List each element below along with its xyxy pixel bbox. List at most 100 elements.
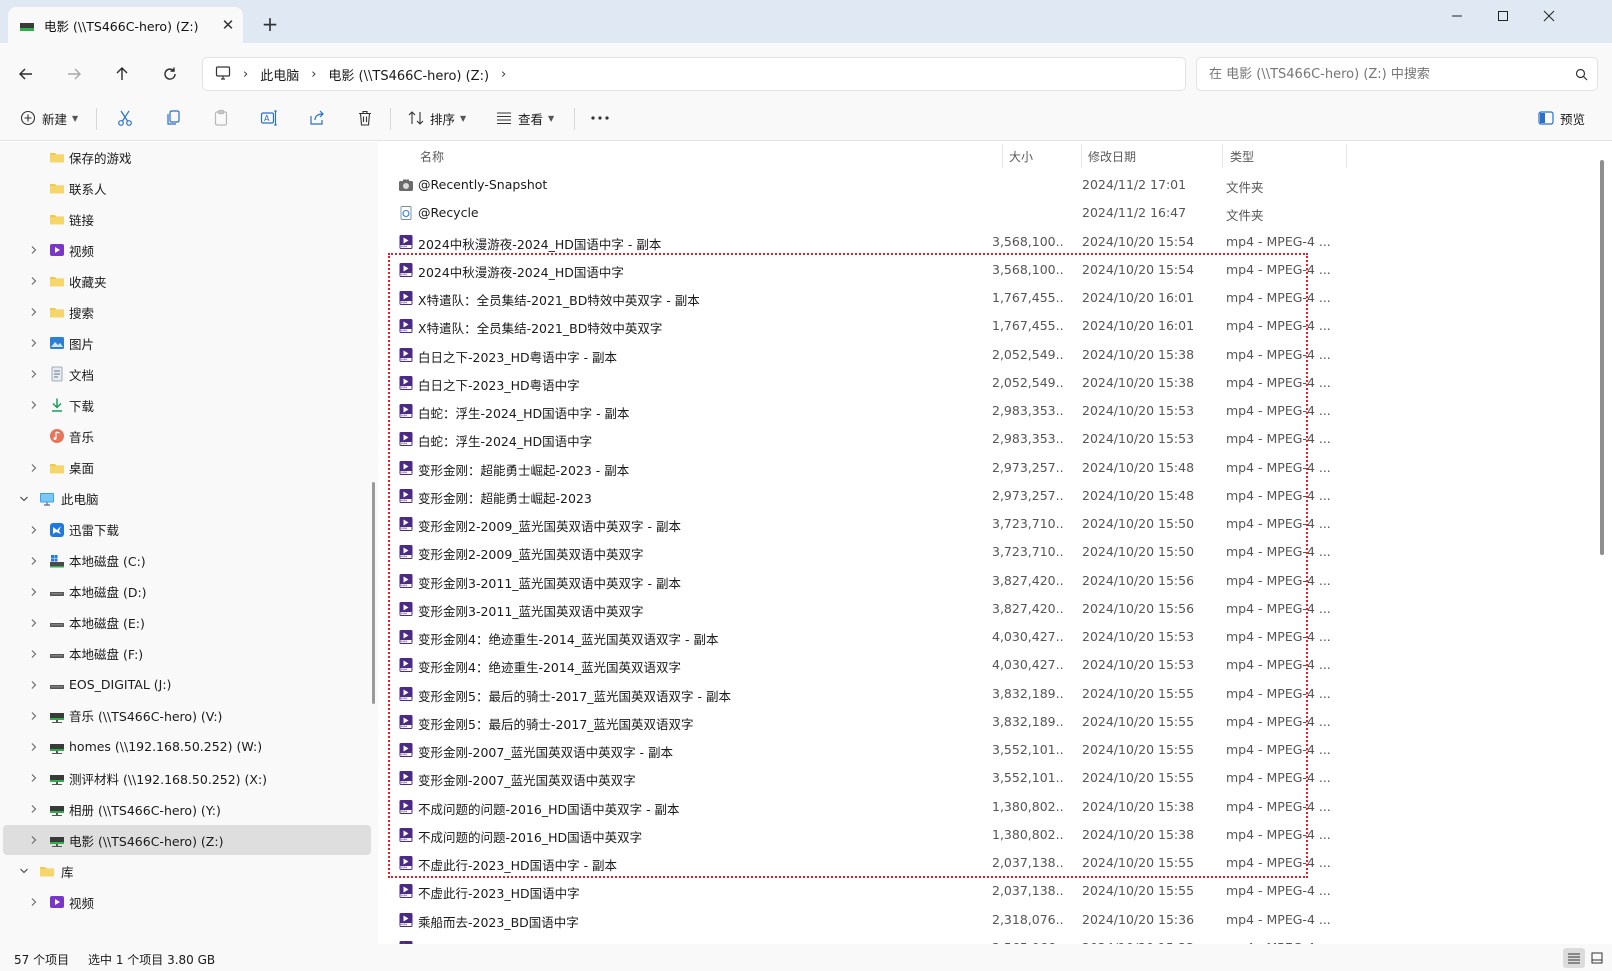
sidebar-item[interactable]: 本地磁盘 (E:) bbox=[3, 608, 371, 638]
column-divider[interactable] bbox=[1002, 144, 1003, 168]
file-row[interactable]: MP4 白日之下-2023_HD粤语中字 2,052,549... 2024/10/2… bbox=[388, 369, 1331, 397]
column-divider[interactable] bbox=[1222, 144, 1223, 168]
file-list-scrollbar[interactable] bbox=[1600, 160, 1604, 555]
file-row[interactable]: MP4 白蛇：浮生-2024_HD国语中字 2,983,353... 2024/10/… bbox=[388, 425, 1331, 453]
column-header-date[interactable]: 修改日期 bbox=[1088, 148, 1136, 165]
column-header-size[interactable]: 大小 bbox=[1009, 148, 1033, 165]
address-bar[interactable]: › 此电脑 › 电影 (\\TS466C-hero) (Z:) › bbox=[202, 57, 1186, 91]
breadcrumb-this-pc[interactable]: 此电脑 bbox=[260, 65, 299, 84]
file-row[interactable]: MP4 变形金刚2-2009_蓝光国英双语中英双字 3,723,710... 2024… bbox=[388, 538, 1331, 566]
sidebar-item[interactable]: 保存的游戏 bbox=[3, 142, 371, 172]
sidebar-item[interactable]: 视频 bbox=[3, 887, 371, 917]
search-input[interactable] bbox=[1209, 66, 1565, 82]
chevron-right-icon[interactable] bbox=[27, 243, 41, 257]
sidebar-item[interactable]: 联系人 bbox=[3, 173, 371, 203]
chevron-right-icon[interactable] bbox=[27, 274, 41, 288]
sidebar-item[interactable]: 音乐 bbox=[3, 421, 371, 451]
sidebar-item[interactable]: 视频 bbox=[3, 235, 371, 265]
minimize-button[interactable] bbox=[1434, 0, 1480, 32]
sidebar-item[interactable]: 文档 bbox=[3, 359, 371, 389]
file-row[interactable]: MP4 X特遣队：全员集结-2021_BD特效中英双字 - 副本 1,767,455… bbox=[388, 284, 1331, 312]
file-row[interactable]: MP4 白日之下-2023_HD粤语中字 - 副本 2,052,549... 2024… bbox=[388, 341, 1331, 369]
chevron-right-icon[interactable]: › bbox=[243, 67, 248, 82]
chevron-right-icon[interactable] bbox=[27, 398, 41, 412]
file-row[interactable]: MP4 变形金刚2-2009_蓝光国英双语中英双字 - 副本 3,723,710..… bbox=[388, 510, 1331, 538]
file-row[interactable]: MP4 变形金刚：超能勇士崛起-2023 2,973,257... 2024/10/2… bbox=[388, 482, 1331, 510]
chevron-right-icon[interactable] bbox=[27, 771, 41, 785]
chevron-right-icon[interactable] bbox=[27, 554, 41, 568]
sidebar-item[interactable]: 本地磁盘 (D:) bbox=[3, 577, 371, 607]
file-row[interactable]: MP4 白蛇：浮生-2024_HD国语中字 - 副本 2,983,353... 202… bbox=[388, 397, 1331, 425]
cut-button[interactable] bbox=[116, 102, 134, 134]
sidebar-item[interactable]: 搜索 bbox=[3, 297, 371, 327]
file-row[interactable]: MP4 变形金刚3-2011_蓝光国英双语中英双字 - 副本 3,827,420..… bbox=[388, 567, 1331, 595]
sidebar-item[interactable]: 相册 (\\TS466C-hero) (Y:) bbox=[3, 794, 371, 824]
file-row[interactable]: MP4 变形金刚4：绝迹重生-2014_蓝光国英双语双字 - 副本 4,030,42… bbox=[388, 623, 1331, 651]
sidebar-item[interactable]: 测评材料 (\\192.168.50.252) (X:) bbox=[3, 763, 371, 793]
file-row[interactable]: MP4 变形金刚4：绝迹重生-2014_蓝光国英双语双字 4,030,427... 2… bbox=[388, 651, 1331, 679]
share-button[interactable] bbox=[308, 102, 326, 134]
breadcrumb-current-drive[interactable]: 电影 (\\TS466C-hero) (Z:) bbox=[328, 65, 489, 84]
chevron-right-icon[interactable] bbox=[27, 461, 41, 475]
view-button[interactable]: 查看 ▼ bbox=[496, 102, 554, 134]
sidebar-item[interactable]: 本地磁盘 (F:) bbox=[3, 639, 371, 669]
more-options-button[interactable] bbox=[590, 102, 610, 134]
search-box[interactable] bbox=[1196, 57, 1598, 91]
active-tab[interactable]: 电影 (\\TS466C-hero) (Z:) ✕ bbox=[8, 7, 243, 43]
chevron-right-icon[interactable]: › bbox=[501, 67, 506, 82]
chevron-right-icon[interactable] bbox=[27, 305, 41, 319]
chevron-right-icon[interactable] bbox=[27, 336, 41, 350]
file-row[interactable]: MP4 不虚此行-2023_HD国语中字 - 副本 2,037,138... 2024… bbox=[388, 849, 1331, 877]
sidebar-item[interactable]: 收藏夹 bbox=[3, 266, 371, 296]
details-view-button[interactable] bbox=[1563, 948, 1585, 968]
column-divider[interactable] bbox=[1346, 144, 1347, 168]
sidebar-item[interactable]: 链接 bbox=[3, 204, 371, 234]
column-header-type[interactable]: 类型 bbox=[1230, 148, 1254, 165]
chevron-right-icon[interactable] bbox=[27, 740, 41, 754]
file-row[interactable]: MP4 乘船而去-2023_BD国语中字 2,318,076... 2024/10/2… bbox=[388, 906, 1331, 934]
rename-button[interactable]: A bbox=[260, 102, 278, 134]
back-button[interactable] bbox=[8, 57, 44, 91]
sidebar-item[interactable]: homes (\\192.168.50.252) (W:) bbox=[3, 732, 371, 762]
chevron-right-icon[interactable] bbox=[27, 895, 41, 909]
chevron-right-icon[interactable] bbox=[27, 833, 41, 847]
chevron-right-icon[interactable] bbox=[27, 585, 41, 599]
chevron-right-icon[interactable] bbox=[27, 802, 41, 816]
sidebar-item[interactable]: 电影 (\\TS466C-hero) (Z:) bbox=[3, 825, 371, 856]
paste-button[interactable] bbox=[212, 102, 230, 134]
delete-button[interactable] bbox=[356, 102, 374, 134]
search-icon[interactable] bbox=[1565, 68, 1597, 81]
maximize-button[interactable] bbox=[1480, 0, 1526, 32]
file-row[interactable]: MP4 变形金刚-2007_蓝光国英双语中英双字 3,552,101... 2024/… bbox=[388, 764, 1331, 792]
sidebar-item[interactable]: 音乐 (\\TS466C-hero) (V:) bbox=[3, 701, 371, 731]
file-row[interactable]: MP4 不成问题的问题-2016_HD国语中英双字 1,380,802... 2024… bbox=[388, 821, 1331, 849]
file-row[interactable]: MP4 变形金刚3-2011_蓝光国英双语中英双字 3,827,420... 2024… bbox=[388, 595, 1331, 623]
copy-button[interactable] bbox=[164, 102, 182, 134]
file-row[interactable]: MP4但愿人长久-2023_HD中字3,565,066...2024/10/20… bbox=[388, 934, 1331, 944]
file-row[interactable]: @Recently-Snapshot 2024/11/2 17:01 文件夹 bbox=[388, 171, 1308, 199]
file-row[interactable]: MP4 变形金刚-2007_蓝光国英双语中英双字 - 副本 3,552,101...… bbox=[388, 736, 1331, 764]
sidebar-item[interactable]: 图片 bbox=[3, 328, 371, 358]
file-row[interactable]: MP4 2024中秋漫游夜-2024_HD国语中字 - 副本 3,568,100..… bbox=[388, 228, 1331, 256]
sidebar-scrollbar[interactable] bbox=[372, 482, 375, 704]
chevron-right-icon[interactable] bbox=[27, 367, 41, 381]
refresh-button[interactable] bbox=[152, 57, 188, 91]
chevron-right-icon[interactable] bbox=[27, 616, 41, 630]
chevron-right-icon[interactable] bbox=[27, 647, 41, 661]
file-row[interactable]: MP4 变形金刚5：最后的骑士-2017_蓝光国英双语双字 3,832,189...… bbox=[388, 708, 1331, 736]
tiles-view-button[interactable] bbox=[1586, 948, 1608, 968]
forward-button[interactable] bbox=[56, 57, 92, 91]
file-row[interactable]: MP4 2024中秋漫游夜-2024_HD国语中字 3,568,100... 2024… bbox=[388, 256, 1331, 284]
new-button[interactable]: 新建 ▼ bbox=[20, 102, 78, 134]
sidebar-item[interactable]: 下载 bbox=[3, 390, 371, 420]
file-row[interactable]: MP4 不成问题的问题-2016_HD国语中英双字 - 副本 1,380,802..… bbox=[388, 793, 1331, 821]
chevron-right-icon[interactable] bbox=[27, 709, 41, 723]
chevron-down-icon[interactable] bbox=[17, 492, 31, 506]
column-header-name[interactable]: 名称 bbox=[420, 148, 444, 165]
file-row[interactable]: MP4 X特遣队：全员集结-2021_BD特效中英双字 1,767,455... 20… bbox=[388, 312, 1331, 340]
close-tab-icon[interactable]: ✕ bbox=[213, 16, 243, 34]
file-row[interactable]: @Recycle 2024/11/2 16:47 文件夹 bbox=[388, 199, 1308, 227]
sort-button[interactable]: 排序 ▼ bbox=[408, 102, 466, 134]
sidebar-item[interactable]: EOS_DIGITAL (J:) bbox=[3, 670, 371, 700]
sidebar-item[interactable]: 本地磁盘 (C:) bbox=[3, 546, 371, 576]
